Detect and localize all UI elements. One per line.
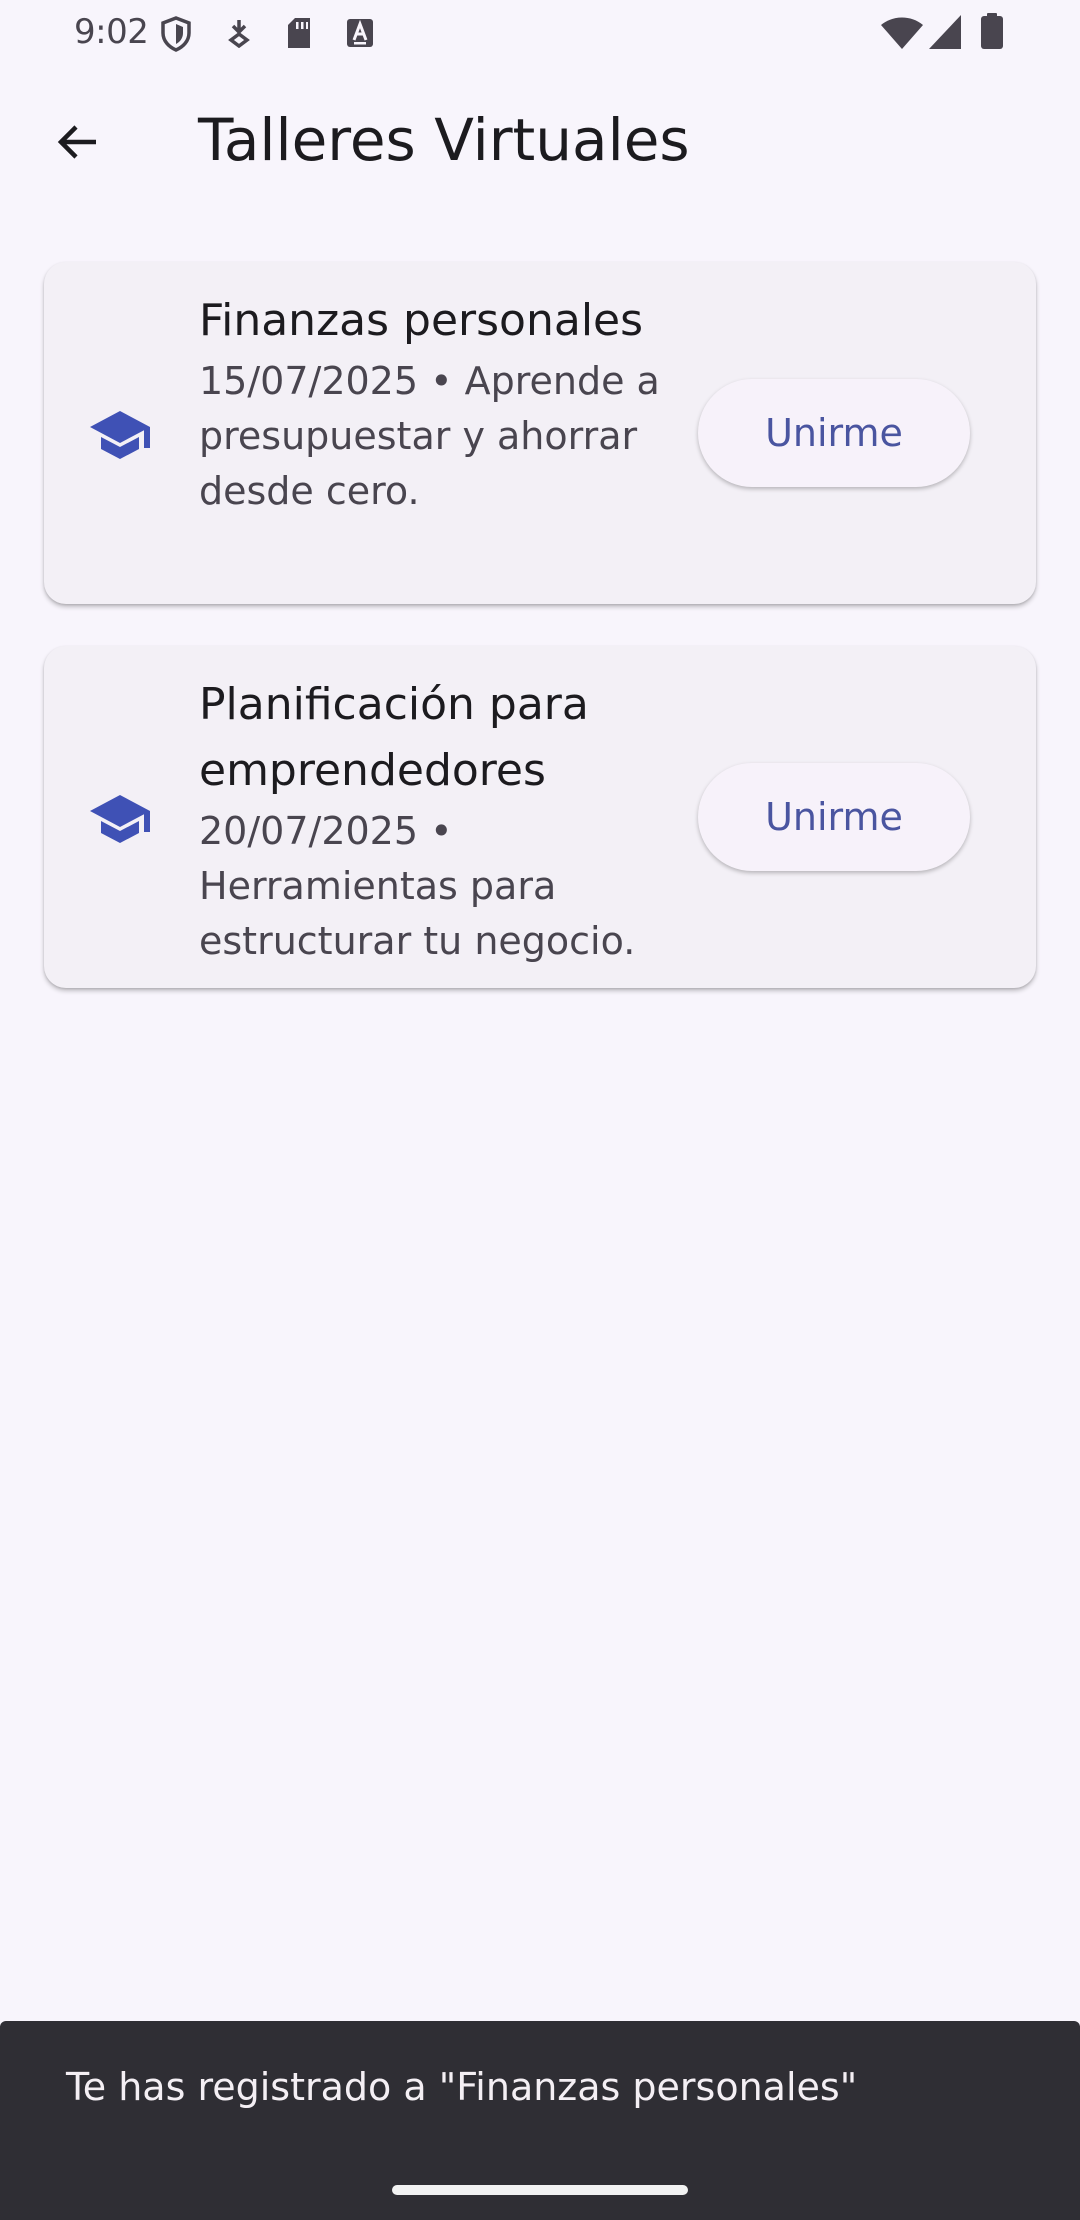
snackbar-message: Te has registrado a "Finanzas personales…	[66, 2065, 858, 2109]
workshop-list: Finanzas personales 15/07/2025 • Aprende…	[44, 262, 1036, 1030]
sd-card-icon	[285, 16, 313, 54]
workshop-text: Finanzas personales 15/07/2025 • Aprende…	[199, 288, 669, 519]
page-title: Talleres Virtuales	[198, 106, 690, 174]
workshop-subtitle: 20/07/2025 • Herramientas para estructur…	[199, 809, 636, 963]
workshop-title: Planificación para emprendedores	[199, 679, 589, 796]
app-bar: Talleres Virtuales	[0, 64, 1080, 224]
battery-icon	[980, 12, 1004, 54]
status-time: 9:02	[74, 12, 149, 52]
workshop-card: Finanzas personales 15/07/2025 • Aprende…	[44, 262, 1036, 604]
cell-signal-icon	[928, 14, 962, 54]
arrow-back-icon	[54, 118, 102, 170]
back-button[interactable]	[36, 102, 120, 186]
shield-icon	[160, 16, 192, 56]
school-icon	[88, 403, 152, 467]
workshop-title: Finanzas personales	[199, 295, 644, 346]
download-icon	[226, 18, 252, 52]
school-icon	[88, 787, 152, 851]
join-button[interactable]: Unirme	[698, 379, 970, 487]
workshop-subtitle: 15/07/2025 • Aprende a presupuestar y ah…	[199, 359, 660, 513]
status-bar: 9:02	[0, 0, 1080, 64]
workshop-text: Planificación para emprendedores 20/07/2…	[199, 672, 669, 969]
workshop-card: Planificación para emprendedores 20/07/2…	[44, 646, 1036, 988]
wifi-icon	[880, 16, 924, 54]
font-a-icon	[346, 18, 374, 52]
join-button[interactable]: Unirme	[698, 763, 970, 871]
home-indicator[interactable]	[392, 2185, 688, 2195]
